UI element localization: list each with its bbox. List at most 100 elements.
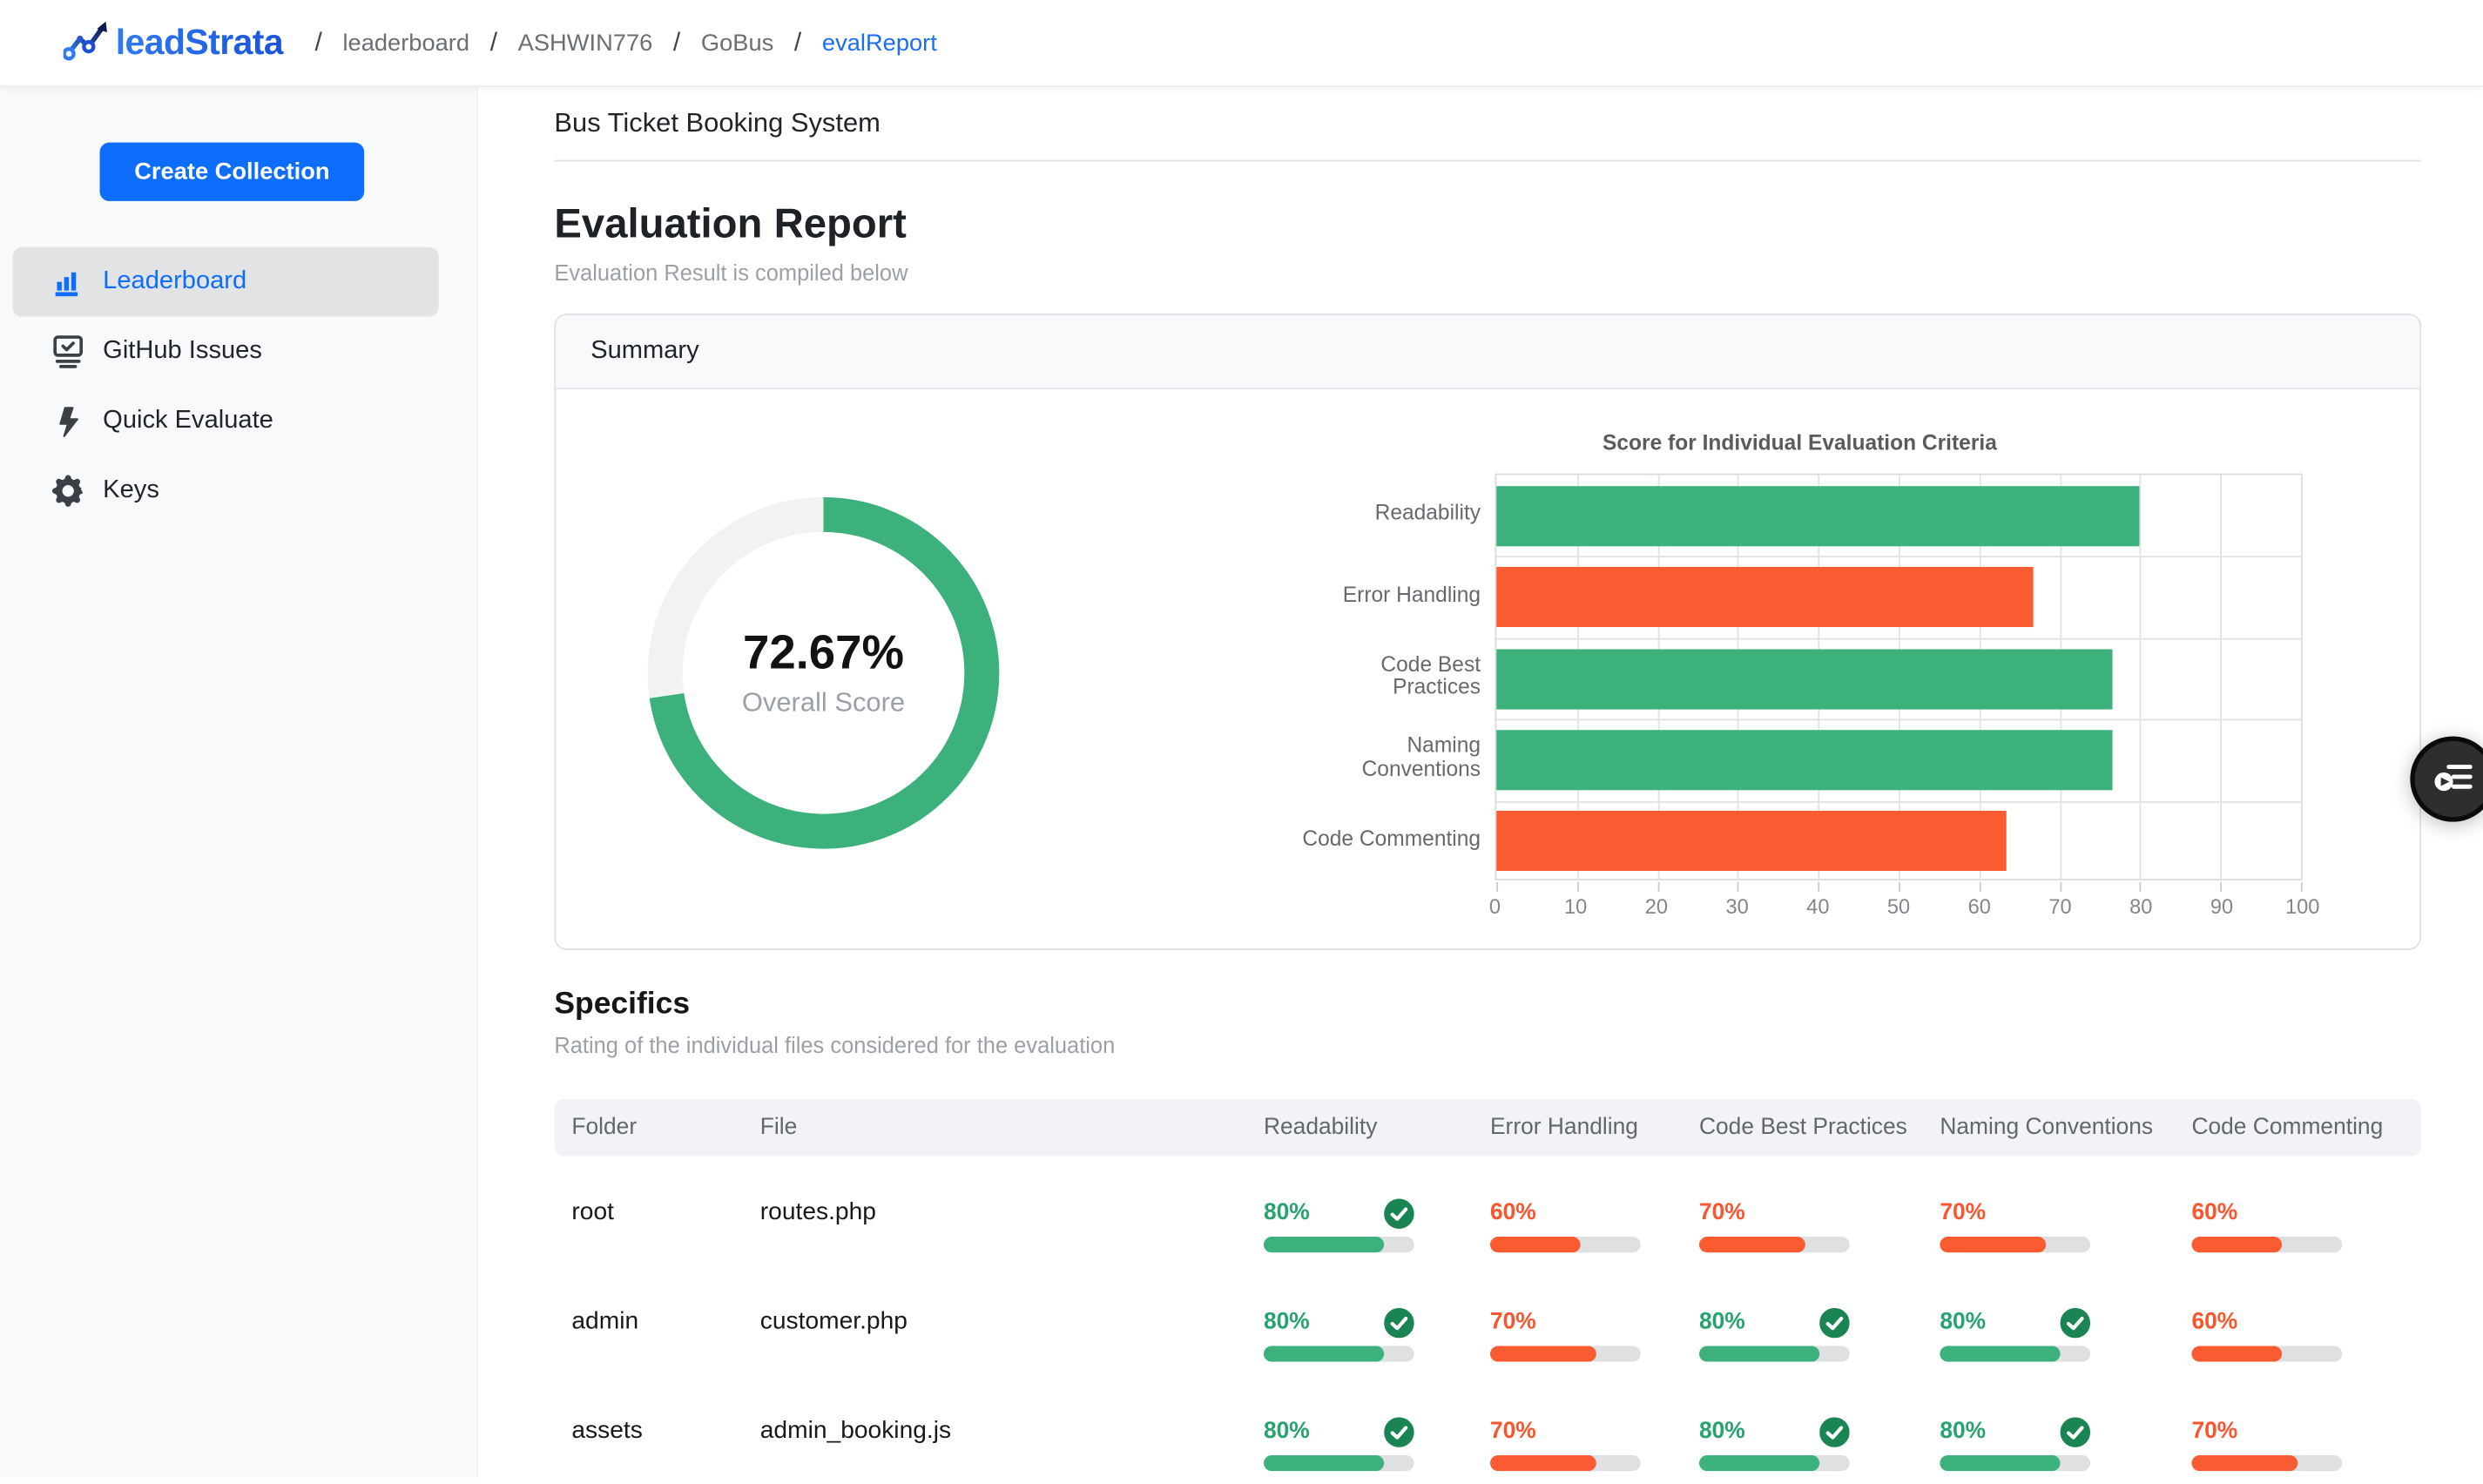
chart-tick-label: 20 xyxy=(1645,894,1668,918)
score-cell: 80% xyxy=(1264,1265,1490,1362)
sidebar-item-label: Keys xyxy=(103,476,159,505)
breadcrumb-evalreport[interactable]: evalReport xyxy=(822,30,937,57)
column-header-code-best-practices: Code Best Practices xyxy=(1699,1115,1940,1140)
chart-category-label: Code Commenting xyxy=(1297,799,1495,880)
logo[interactable]: leadStrata xyxy=(64,15,283,71)
chart-tick-mark xyxy=(1657,882,1659,892)
check-badge-icon xyxy=(1819,1307,1850,1338)
summary-card-body: 72.67% Overall Score Score for Individua… xyxy=(556,389,2419,948)
sidebar-item-quick-evaluate[interactable]: Quick Evaluate xyxy=(13,387,439,456)
breadcrumb-separator: / xyxy=(794,28,801,58)
overall-score-donut: 72.67% Overall Score xyxy=(556,389,1181,948)
chart-tick-label: 30 xyxy=(1725,894,1748,918)
sidebar-item-github-issues[interactable]: GitHub Issues xyxy=(13,317,439,387)
score-progress xyxy=(1699,1237,1805,1252)
score-progress xyxy=(2191,1237,2282,1252)
chart-tick-label: 100 xyxy=(2285,894,2319,918)
chart-gridline xyxy=(2221,475,2223,879)
breadcrumb-separator: / xyxy=(490,28,497,58)
score-percent: 60% xyxy=(2191,1310,2237,1335)
sidebar-item-label: GitHub Issues xyxy=(103,337,262,366)
score-cell: 70% xyxy=(1490,1374,1699,1471)
sidebar-item-label: Quick Evaluate xyxy=(103,407,273,435)
chart-row-separator xyxy=(1496,719,2301,721)
folder-cell: assets xyxy=(571,1374,759,1447)
create-collection-button[interactable]: Create Collection xyxy=(100,143,365,201)
divider xyxy=(554,160,2421,162)
chart-bar xyxy=(1496,486,2140,546)
chart-plot-area xyxy=(1495,474,2302,880)
chart-tick-mark xyxy=(1496,882,1498,892)
chart-tick-label: 60 xyxy=(1968,894,1991,918)
chart-tick-mark xyxy=(1818,882,1820,892)
score-progress xyxy=(1264,1455,1384,1471)
chart-category-label: Error Handling xyxy=(1297,555,1495,636)
score-cell: 60% xyxy=(1490,1156,1699,1252)
criteria-bar-chart: Score for Individual Evaluation Criteria… xyxy=(1297,389,2303,948)
table-header-row: Folder File Readability Error Handling C… xyxy=(554,1099,2421,1156)
specifics-title: Specifics xyxy=(554,987,2421,1023)
score-percent: 70% xyxy=(1490,1310,1536,1335)
score-progress xyxy=(2191,1455,2297,1471)
breadcrumb-user[interactable]: ASHWIN776 xyxy=(518,30,653,57)
score-percent: 80% xyxy=(1264,1419,1310,1444)
chart-tick-mark xyxy=(1899,882,1900,892)
chart-row-separator xyxy=(1496,637,2301,639)
chart-bar xyxy=(1496,730,2113,790)
score-cell: 80% xyxy=(1699,1374,1940,1471)
chart-gridline xyxy=(2140,475,2142,879)
chart-tick-mark xyxy=(2301,882,2303,892)
specifics-table: Folder File Readability Error Handling C… xyxy=(554,1099,2421,1484)
page-subtitle: Evaluation Result is compiled below xyxy=(554,260,2421,285)
check-badge-icon xyxy=(1384,1416,1414,1447)
check-badge-icon xyxy=(2061,1307,2091,1338)
breadcrumb-separator: / xyxy=(673,28,680,58)
score-percent: 60% xyxy=(1490,1200,1536,1225)
summary-card: Summary 72.67% Overall Score xyxy=(554,314,2421,950)
table-row: admin customer.php 80% 70% xyxy=(554,1265,2421,1374)
breadcrumb: / leaderboard / ASHWIN776 / GoBus / eval… xyxy=(314,28,936,58)
chart-title: Score for Individual Evaluation Criteria xyxy=(1297,431,2303,455)
chart-category-label: Readability xyxy=(1297,474,1495,555)
chart-tick-label: 70 xyxy=(2048,894,2071,918)
score-progress xyxy=(1264,1346,1384,1362)
score-percent: 80% xyxy=(1699,1310,1745,1335)
breadcrumb-separator: / xyxy=(314,28,321,58)
sidebar-item-keys[interactable]: Keys xyxy=(13,456,439,526)
report-list-icon xyxy=(2432,753,2474,804)
sidebar-item-label: Leaderboard xyxy=(103,267,246,296)
chart-tick-label: 10 xyxy=(1564,894,1587,918)
chart-category-label: Naming Conventions xyxy=(1297,718,1495,799)
folder-cell: admin xyxy=(571,1265,759,1339)
score-cell: 70% xyxy=(1699,1156,1940,1252)
score-progress xyxy=(1490,1455,1596,1471)
chart-row-separator xyxy=(1496,800,2301,802)
folder-cell: root xyxy=(571,1156,759,1229)
chart-category-labels: ReadabilityError HandlingCode Best Pract… xyxy=(1297,474,1495,880)
score-percent: 80% xyxy=(1940,1419,1986,1444)
score-progress xyxy=(1490,1237,1581,1252)
score-percent: 80% xyxy=(1699,1419,1745,1444)
chart-category-label: Code Best Practices xyxy=(1297,637,1495,718)
column-header-readability: Readability xyxy=(1264,1115,1490,1140)
bar-chart-icon xyxy=(51,263,85,301)
check-badge-icon xyxy=(1384,1307,1414,1338)
check-badge-icon xyxy=(1384,1197,1414,1228)
chart-tick-label: 40 xyxy=(1806,894,1829,918)
column-header-naming-conventions: Naming Conventions xyxy=(1940,1115,2191,1140)
sidebar-item-leaderboard[interactable]: Leaderboard xyxy=(13,247,439,317)
table-row: assets admin_booking.js 80% 70% xyxy=(554,1374,2421,1483)
column-header-code-commenting: Code Commenting xyxy=(2191,1115,2421,1140)
chart-tick-label: 80 xyxy=(2129,894,2152,918)
score-cell: 60% xyxy=(2191,1265,2421,1362)
breadcrumb-repo[interactable]: GoBus xyxy=(701,30,773,57)
file-cell: routes.php xyxy=(760,1156,1264,1229)
chart-bar xyxy=(1496,567,2033,627)
trend-line-icon xyxy=(64,15,111,71)
breadcrumb-leaderboard[interactable]: leaderboard xyxy=(342,30,469,57)
score-progress xyxy=(1264,1237,1384,1252)
score-progress xyxy=(1940,1346,2060,1362)
summary-card-header: Summary xyxy=(556,315,2419,389)
score-progress xyxy=(1940,1237,2045,1252)
score-percent: 80% xyxy=(1264,1200,1310,1225)
